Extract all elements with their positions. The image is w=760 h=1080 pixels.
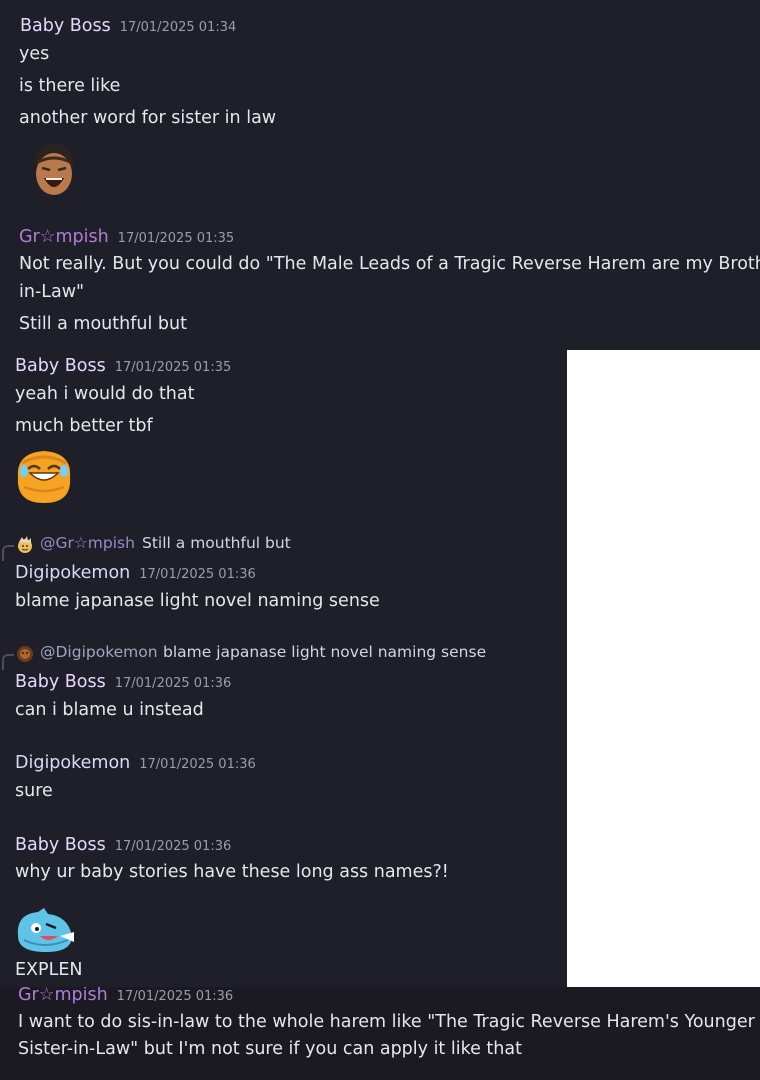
message-text: I want to do sis-in-law to the whole har… bbox=[18, 1012, 755, 1032]
message-header: Baby Boss 17/01/2025 01:35 bbox=[15, 356, 231, 376]
reply-spine bbox=[2, 654, 14, 670]
reply-reference[interactable]: @Digipokemon blame japanase light novel … bbox=[0, 643, 567, 670]
reply-text: Still a mouthful but bbox=[142, 534, 291, 552]
message-text: why ur baby stories have these long ass … bbox=[15, 862, 449, 882]
blank-area bbox=[567, 350, 760, 987]
timestamp: 17/01/2025 01:35 bbox=[114, 360, 232, 375]
message-header: Baby Boss 17/01/2025 01:34 bbox=[20, 16, 236, 36]
reply-mention[interactable]: @Digipokemon bbox=[40, 643, 158, 661]
blue-creature-emoji[interactable] bbox=[14, 906, 76, 954]
grumpish-avatar bbox=[18, 536, 32, 553]
reply-reference[interactable]: @Gr☆mpish Still a mouthful but bbox=[0, 534, 567, 561]
chat-panel-bottom: Gr☆mpish 17/01/2025 01:36 I want to do si… bbox=[0, 987, 760, 1080]
timestamp: 17/01/2025 01:35 bbox=[117, 231, 235, 246]
message-text: Not really. But you could do "The Male L… bbox=[19, 254, 760, 274]
timestamp: 17/01/2025 01:36 bbox=[139, 757, 256, 772]
timestamp: 17/01/2025 01:34 bbox=[119, 20, 237, 35]
message-text: in-Law" bbox=[19, 282, 85, 302]
timestamp: 17/01/2025 01:36 bbox=[114, 839, 232, 854]
message-text: is there like bbox=[19, 76, 121, 96]
reply-mention[interactable]: @Gr☆mpish bbox=[40, 534, 135, 552]
message-header: Baby Boss 17/01/2025 01:36 bbox=[15, 835, 231, 855]
message-text: sure bbox=[15, 781, 53, 801]
timestamp: 17/01/2025 01:36 bbox=[114, 676, 232, 691]
author-name[interactable]: Baby Boss bbox=[20, 16, 111, 36]
message-text: EXPLEN bbox=[15, 960, 83, 980]
author-name[interactable]: Digipokemon bbox=[15, 563, 130, 583]
reply-text: blame japanase light novel naming sense bbox=[163, 643, 487, 661]
message-header: Baby Boss 17/01/2025 01:36 bbox=[15, 672, 231, 692]
chat-panel-top: Baby Boss 17/01/2025 01:34 yes is there l… bbox=[0, 0, 760, 350]
message-text: yeah i would do that bbox=[15, 384, 195, 404]
message-text: Still a mouthful but bbox=[19, 314, 187, 334]
crying-laughing-blob-emoji[interactable] bbox=[14, 447, 74, 507]
message-header: Digipokemon 17/01/2025 01:36 bbox=[15, 563, 256, 583]
message-text: much better tbf bbox=[15, 416, 153, 436]
message-text: can i blame u instead bbox=[15, 700, 204, 720]
author-name[interactable]: Digipokemon bbox=[15, 753, 130, 773]
message-text: yes bbox=[19, 44, 50, 64]
message-header: Gr☆mpish 17/01/2025 01:35 bbox=[19, 227, 234, 247]
author-name[interactable]: Baby Boss bbox=[15, 835, 106, 855]
message-header: Digipokemon 17/01/2025 01:36 bbox=[15, 753, 256, 773]
chat-panel-middle: Baby Boss 17/01/2025 01:35 yeah i would d… bbox=[0, 350, 567, 987]
message-text: Sister-in-Law" but I'm not sure if you c… bbox=[18, 1039, 522, 1059]
author-name[interactable]: Gr☆mpish bbox=[18, 987, 108, 1005]
author-name[interactable]: Baby Boss bbox=[15, 356, 106, 376]
author-name[interactable]: Gr☆mpish bbox=[19, 227, 109, 247]
timestamp: 17/01/2025 01:36 bbox=[139, 567, 256, 582]
timestamp: 17/01/2025 01:36 bbox=[116, 989, 234, 1004]
author-name[interactable]: Baby Boss bbox=[15, 672, 106, 692]
message-text: another word for sister in law bbox=[19, 108, 277, 128]
message-text: blame japanase light novel naming sense bbox=[15, 591, 380, 611]
reply-spine bbox=[2, 545, 14, 561]
laughing-man-emoji[interactable] bbox=[24, 140, 84, 200]
message-header: Gr☆mpish 17/01/2025 01:36 bbox=[18, 987, 233, 1005]
digipokemon-avatar bbox=[17, 646, 33, 662]
